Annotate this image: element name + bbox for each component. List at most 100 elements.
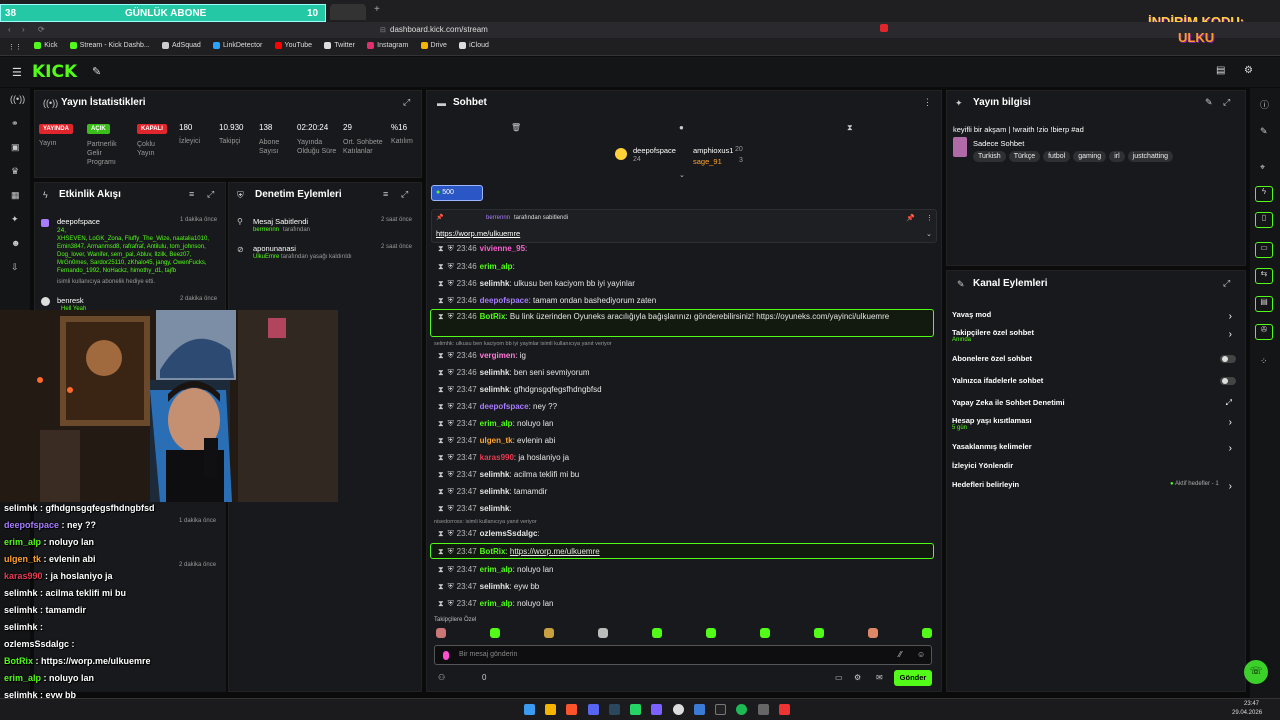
emote-icon[interactable] [760, 628, 770, 638]
channel-action-item[interactable]: Abonelere özel sohbet [952, 354, 1242, 370]
chat-message[interactable]: ⧗ ⛨ 23:47 erim_alp: noluyo lan [438, 417, 554, 430]
reload-icon[interactable]: ⟳ [38, 25, 45, 34]
toggle-switch[interactable] [1220, 355, 1236, 363]
chat-icon[interactable]: ▣ [11, 142, 20, 153]
emote-icon[interactable] [598, 628, 608, 638]
timeout-icon[interactable]: ⧗ [438, 296, 444, 305]
download-icon[interactable]: ⇩ [11, 262, 19, 273]
emoji-icon[interactable]: ☺ [917, 650, 925, 659]
category-name[interactable]: Sadece Sohbet [973, 139, 1024, 148]
message-username[interactable]: erim_alp [480, 565, 513, 574]
bolt-icon[interactable]: ϟ [1255, 186, 1273, 202]
chevron-right-icon[interactable]: › [1229, 443, 1232, 454]
mod-action-user[interactable]: berrrennn [253, 227, 279, 233]
top-gifter-2[interactable]: amphioxus1 [693, 146, 733, 155]
ban-icon[interactable]: ⛨ [448, 599, 454, 608]
channel-action-item[interactable]: Yapay Zeka ile Sohbet Denetimi ⤢ [952, 398, 1242, 414]
message-username[interactable]: selimhk [480, 279, 510, 288]
timeout-icon[interactable]: ⧗ [438, 312, 444, 321]
chat-message[interactable]: ⧗ ⛨ 23:47 selimhk: [438, 502, 512, 515]
chat-message[interactable]: ⧗ ⛨ 23:46 vergimen: ig [438, 349, 526, 362]
gift-icon[interactable]: ✉ [876, 673, 883, 682]
more-icon[interactable]: ⋮ [926, 214, 933, 222]
phone-icon[interactable]: ▯ [1255, 212, 1273, 228]
chat-message[interactable]: ⧗ ⛨ 23:47 selimhk: tamamdir [438, 485, 547, 498]
pin-icon[interactable]: ✎ [92, 65, 101, 78]
activity-user[interactable]: deepofspace [57, 217, 100, 226]
timeout-icon[interactable]: ⧗ [438, 453, 444, 462]
timeout-icon[interactable]: ⧗ [438, 402, 444, 411]
ban-icon[interactable]: ⛨ [448, 582, 454, 591]
chevron-down-icon[interactable]: ⌄ [926, 230, 932, 238]
forward-icon[interactable]: › [22, 25, 25, 34]
popout-icon[interactable]: ⤢ [1223, 97, 1230, 108]
obs-icon[interactable] [672, 704, 684, 715]
target-icon[interactable]: ⌖ [1260, 162, 1265, 173]
bookmark-drive[interactable]: Drive [420, 42, 447, 49]
chat-bubble-icon[interactable]: ▭ [835, 673, 843, 682]
ban-icon[interactable]: ⛨ [448, 436, 454, 445]
bookmark-twitter[interactable]: Twitter [324, 42, 355, 49]
chat-message[interactable]: ⧗ ⛨ 23:47 ulgen_tk: evlenin abi [438, 434, 555, 447]
ban-icon[interactable]: ⛨ [448, 368, 454, 377]
popout-icon[interactable]: ⤢ [1223, 278, 1230, 289]
tag[interactable]: futbol [1043, 151, 1071, 162]
settings-icon[interactable]: ⚙ [854, 673, 861, 682]
chat-message[interactable]: ⧗ ⛨ 23:47 erim_alp: noluyo lan [438, 597, 554, 610]
chat-message[interactable]: ⧗ ⛨ 23:47 erim_alp: noluyo lan [438, 563, 554, 576]
speech-icon[interactable]: ● [679, 123, 684, 132]
edit-icon[interactable]: ✎ [1205, 97, 1213, 108]
message-username[interactable]: selimhk [480, 504, 510, 513]
timeout-icon[interactable]: ⧗ [438, 565, 444, 574]
message-username[interactable]: vergimen [480, 351, 516, 360]
trash-icon[interactable]: 🗑 [511, 123, 521, 132]
app-icon[interactable] [651, 704, 663, 715]
chat-message[interactable]: ⧗ ⛨ 23:46 selimhk: ben seni sevmiyorum [438, 366, 590, 379]
bookmark-youtube[interactable]: YouTube [274, 42, 312, 49]
message-username[interactable]: erim_alp [480, 262, 513, 271]
users-icon[interactable]: ☻ [11, 238, 20, 248]
chat-message[interactable]: ⧗ ⛨ 23:47 selimhk: gfhdgnsgqfegsfhdngbfsd [438, 383, 602, 396]
ban-icon[interactable]: ⛨ [448, 244, 454, 253]
chat-message[interactable]: ⧗ ⛨ 23:47 selimhk: eyw bb [438, 580, 539, 593]
app-icon[interactable] [693, 704, 705, 715]
trophy-icon[interactable]: ♛ [11, 166, 19, 177]
bookmark-adsquad[interactable]: AdSquad [161, 42, 201, 49]
chat-message[interactable]: ⧗ ⛨ 23:47 selimhk: acilma teklifi mi bu [438, 468, 579, 481]
bookmark-linkdetector[interactable]: LinkDetector [213, 42, 262, 49]
external-link-icon[interactable]: ⤢ [1226, 398, 1232, 408]
terminal-icon[interactable] [715, 704, 727, 715]
url-field[interactable]: dashboard.kick.com/stream [390, 25, 488, 34]
timeout-icon[interactable]: ⧗ [438, 547, 444, 556]
timeout-icon[interactable]: ⧗ [438, 529, 444, 538]
timeout-icon[interactable]: ⧗ [438, 470, 444, 479]
tool-icon[interactable]: ✇ [1255, 324, 1273, 340]
emote-icon[interactable] [706, 628, 716, 638]
file-explorer-icon[interactable] [545, 704, 557, 715]
chat-message[interactable]: ⧗ ⛨ 23:47 BotRix: https://worp.me/ulkuemre [438, 545, 600, 558]
timeout-icon[interactable]: ⧗ [438, 582, 444, 591]
ban-icon[interactable]: ⛨ [448, 529, 454, 538]
ban-icon[interactable]: ⛨ [448, 312, 454, 321]
ban-icon[interactable]: ⛨ [448, 402, 454, 411]
tag[interactable]: gaming [1073, 151, 1107, 162]
chevron-right-icon[interactable]: › [1229, 481, 1232, 492]
channel-action-item[interactable]: Yalnızca ifadelerle sohbet [952, 376, 1242, 392]
ban-icon[interactable]: ⛨ [448, 470, 454, 479]
windows-start-icon[interactable] [524, 704, 535, 715]
top-gifter-1[interactable]: deepofspace [633, 146, 676, 155]
tag[interactable]: Turkish [973, 151, 1006, 162]
support-chat-icon[interactable]: ☏ [1244, 660, 1268, 684]
message-username[interactable]: selimhk [480, 470, 510, 479]
tag[interactable]: Türkçe [1008, 151, 1041, 162]
message-username[interactable]: ozlemsSsdalgc [480, 529, 538, 538]
message-username[interactable]: selimhk [480, 385, 510, 394]
layers-icon[interactable]: ▤ [1255, 296, 1273, 312]
bookmark-icloud[interactable]: iCloud [459, 42, 489, 49]
ban-icon[interactable]: ⛨ [448, 453, 454, 462]
popout-icon[interactable]: ⤢ [401, 189, 408, 200]
ban-icon[interactable]: ⛨ [448, 296, 454, 305]
send-button[interactable]: Gönder [894, 670, 932, 686]
message-username[interactable]: BotRix [480, 547, 506, 556]
kick-logo[interactable]: KICK [32, 62, 77, 82]
